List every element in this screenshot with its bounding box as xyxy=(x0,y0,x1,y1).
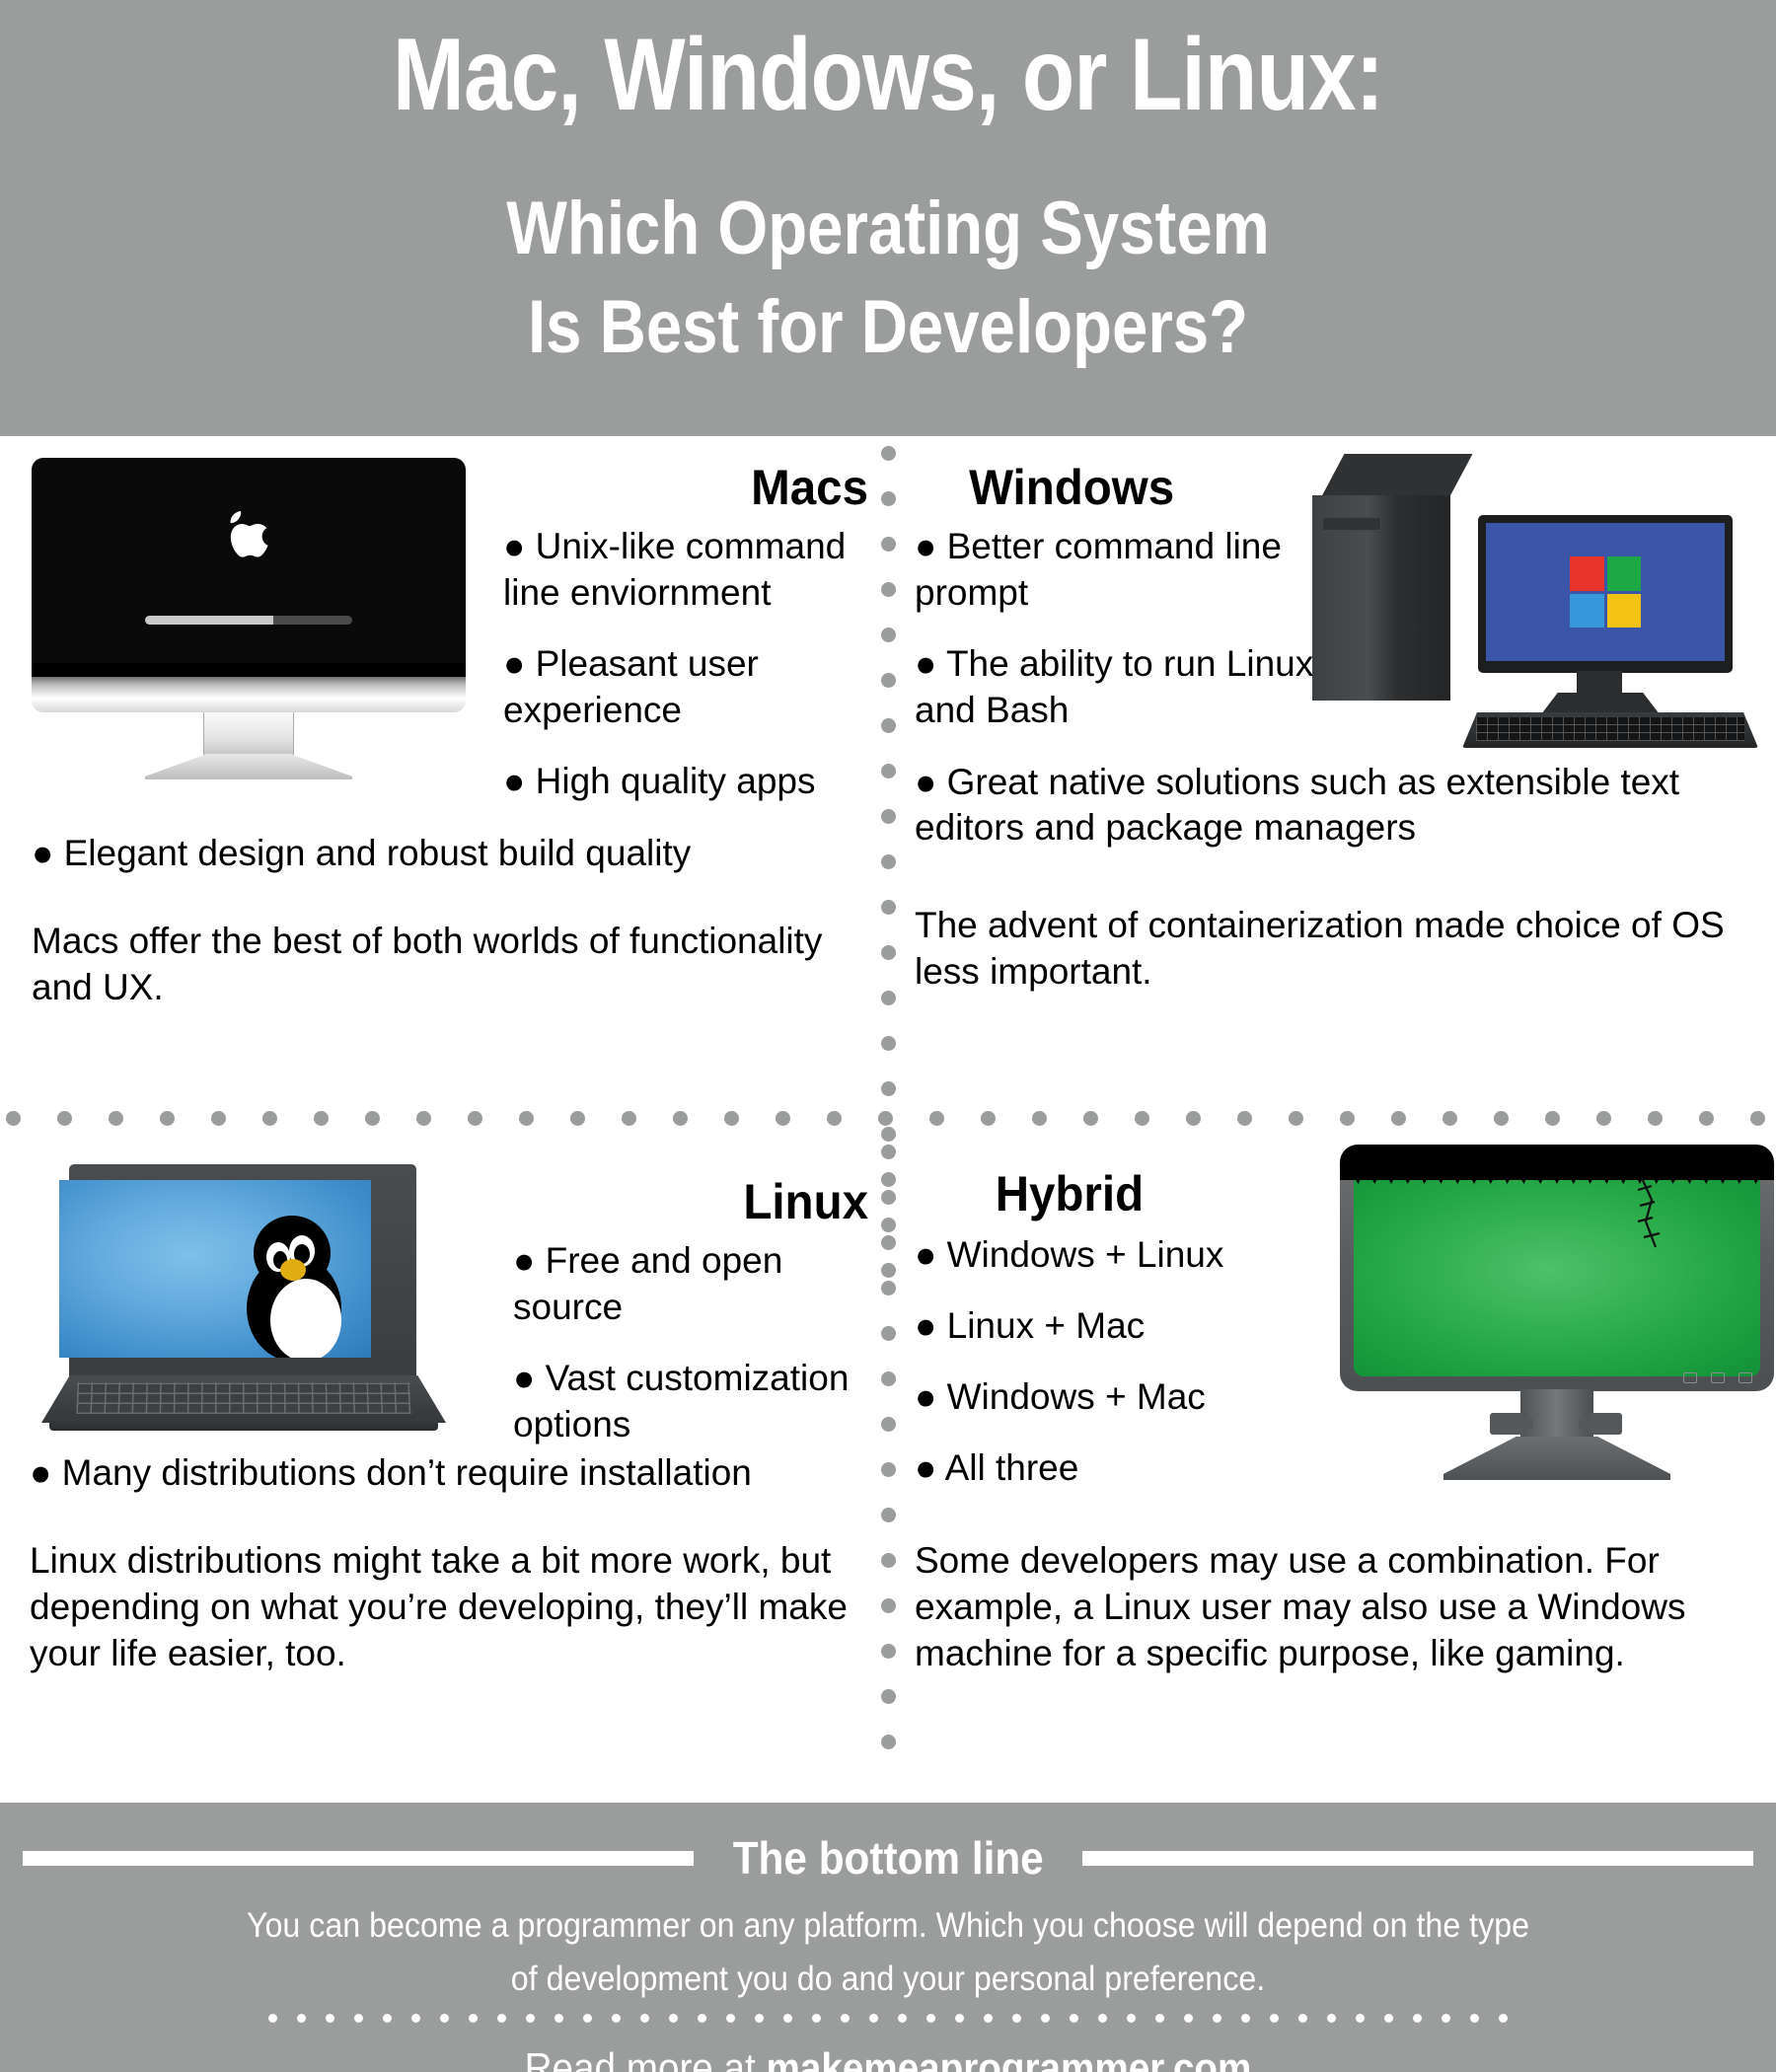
list-item: ● The ability to run Linux and Bash xyxy=(915,643,1314,730)
vertical-dotted-divider-bottom xyxy=(881,1145,897,1796)
laptop-front-lip xyxy=(49,1419,438,1431)
hybrid-monitor-frame xyxy=(1340,1145,1774,1391)
pc-monitor-frame xyxy=(1478,515,1733,673)
list-item: ● Free and open source xyxy=(513,1240,783,1327)
infographic-page: Mac, Windows, or Linux: Which Operating … xyxy=(0,0,1776,2072)
linux-bullet-list: ● Free and open source ● Vast customizat… xyxy=(474,1237,868,1447)
section-windows: Windows ● Better command line prompt ● T… xyxy=(903,446,1776,1109)
section-macs: Macs ● Unix-like command line enviornmen… xyxy=(0,446,881,1109)
pc-keyboard-keys xyxy=(1476,717,1744,741)
footer-body-text: You can become a programmer on any platf… xyxy=(71,1899,1705,2006)
imac-illustration xyxy=(32,458,466,779)
page-title: Mac, Windows, or Linux: xyxy=(393,18,1384,132)
monitor-stand-neck xyxy=(1520,1389,1593,1441)
apple-logo-icon xyxy=(230,511,268,557)
read-more-line[interactable]: Read more at makemeaprogrammer.com xyxy=(71,2044,1705,2072)
imac-bezel-strip xyxy=(32,663,466,677)
windows-logo-icon xyxy=(1570,556,1641,628)
macs-text-block: Macs ● Unix-like command line enviornmen… xyxy=(464,460,868,804)
pc-monitor-base xyxy=(1541,693,1660,714)
hybrid-summary: Some developers may use a combination. F… xyxy=(915,1540,1686,1673)
windows-wide-bullet: ● Great native solutions such as extensi… xyxy=(915,762,1680,848)
page-subtitle-line-2: Is Best for Developers? xyxy=(527,285,1249,369)
list-item: ● All three xyxy=(915,1447,1079,1488)
linux-text-block: Linux ● Free and open source ● Vast cust… xyxy=(474,1174,868,1447)
hybrid-bullet-list: ● Windows + Linux ● Linux + Mac ● Window… xyxy=(915,1231,1329,1491)
monitor-buttons[interactable] xyxy=(1683,1372,1752,1383)
section-heading-hybrid: Hybrid xyxy=(995,1166,1145,1221)
read-more-prefix: Read more at xyxy=(524,2044,767,2072)
pc-monitor-screen xyxy=(1486,523,1725,661)
linux-wide-bullet: ● Many distributions don’t require insta… xyxy=(30,1452,752,1493)
laptop-screen xyxy=(59,1180,371,1358)
footer-dotted-divider xyxy=(0,2014,1776,2026)
section-heading-macs: Macs xyxy=(751,460,868,515)
tux-penguin-icon xyxy=(247,1216,341,1358)
imac-stand-foot xyxy=(145,754,352,779)
section-heading-linux: Linux xyxy=(743,1174,868,1229)
linux-laptop-illustration xyxy=(41,1164,466,1450)
monitor-bolt-right-icon xyxy=(1579,1413,1622,1435)
list-item: ● Linux + Mac xyxy=(915,1305,1146,1346)
hybrid-monitor-illustration xyxy=(1340,1145,1774,1480)
section-heading-windows: Windows xyxy=(969,460,1175,515)
windows-bullet-list: ● Better command line prompt ● The abili… xyxy=(915,523,1329,733)
section-linux: Linux ● Free and open source ● Vast cust… xyxy=(0,1135,881,1796)
pc-keyboard xyxy=(1462,712,1758,748)
horizontal-dotted-divider xyxy=(0,1111,1776,1127)
list-item: ● Windows + Mac xyxy=(915,1376,1206,1417)
frankenstein-scar-icon xyxy=(1637,1177,1661,1248)
footer-body-line-1: You can become a programmer on any platf… xyxy=(246,1906,1530,1945)
imac-progress-bar xyxy=(145,616,352,625)
section-hybrid: Hybrid ● Windows + Linux ● Linux + Mac ●… xyxy=(903,1135,1776,1796)
windows-summary: The advent of containerization made choi… xyxy=(915,905,1725,992)
windows-desktop-illustration xyxy=(1312,454,1776,748)
bottom-line-title: The bottom line xyxy=(732,1832,1044,1884)
laptop-keyboard xyxy=(76,1382,411,1415)
footer-body-line-2: of development you do and your personal … xyxy=(510,1960,1266,1998)
pc-tower-top xyxy=(1320,454,1473,499)
bottom-line-row: The bottom line xyxy=(0,1830,1776,1886)
list-item: ● Unix-like command line enviornment xyxy=(503,526,847,613)
list-item: ● High quality apps xyxy=(503,761,816,801)
bottom-line-rule-right xyxy=(1082,1850,1754,1866)
footer-banner: The bottom line You can become a program… xyxy=(0,1803,1776,2072)
list-item: ● Pleasant user experience xyxy=(503,643,759,730)
windows-text-block: Windows ● Better command line prompt ● T… xyxy=(915,460,1329,733)
page-subtitle: Which Operating System Is Best for Devel… xyxy=(124,180,1652,377)
linux-summary: Linux distributions might take a bit mor… xyxy=(30,1540,848,1673)
list-item: ● Vast customization options xyxy=(513,1358,850,1444)
read-more-site[interactable]: makemeaprogrammer.com xyxy=(767,2044,1252,2072)
pc-drive-slot xyxy=(1322,517,1381,531)
monitor-stand-foot xyxy=(1443,1437,1670,1480)
macs-wide-bullet: ● Elegant design and robust build qualit… xyxy=(32,833,692,873)
hybrid-text-block: Hybrid ● Windows + Linux ● Linux + Mac ●… xyxy=(915,1166,1329,1491)
list-item: ● Windows + Linux xyxy=(915,1234,1224,1275)
list-item: ● Better command line prompt xyxy=(915,526,1282,613)
imac-chin xyxy=(32,677,466,712)
page-subtitle-line-1: Which Operating System xyxy=(506,186,1270,270)
monitor-bolt-left-icon xyxy=(1490,1413,1533,1435)
bottom-line-rule-left xyxy=(22,1850,694,1866)
macs-bullet-list: ● Unix-like command line enviornment ● P… xyxy=(464,523,868,804)
macs-summary: Macs offer the best of both worlds of fu… xyxy=(32,921,823,1007)
hybrid-monitor-screen xyxy=(1354,1164,1760,1376)
header-banner: Mac, Windows, or Linux: Which Operating … xyxy=(0,0,1776,436)
